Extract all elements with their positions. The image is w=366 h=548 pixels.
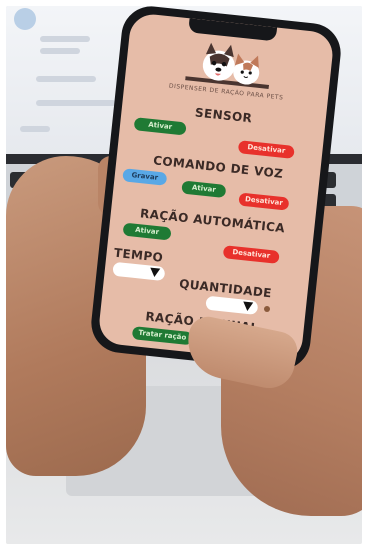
blurred-text <box>36 100 116 106</box>
dog-and-cat-logo-icon <box>185 42 270 89</box>
sensor-activate-button[interactable]: Ativar <box>133 117 187 136</box>
voice-record-button[interactable]: Gravar <box>122 168 168 186</box>
auto-feed-activate-button[interactable]: Ativar <box>122 222 172 241</box>
manual-feed-dispense-button[interactable]: Tratar ração <box>131 326 193 346</box>
voice-deactivate-button[interactable]: Desativar <box>238 192 290 211</box>
blurred-text <box>40 36 90 42</box>
sensor-deactivate-button[interactable]: Desativar <box>237 140 295 159</box>
triangle-down-icon <box>149 267 161 278</box>
quantity-select[interactable] <box>205 295 259 315</box>
blurred-text <box>36 76 96 82</box>
blurred-app-icon <box>14 8 36 30</box>
triangle-down-icon <box>242 301 254 312</box>
photo: DISPENSER DE RAÇÃO PARA PETS SENSOR Ativ… <box>6 6 362 544</box>
phone-screen: DISPENSER DE RAÇÃO PARA PETS SENSOR Ativ… <box>97 12 335 364</box>
blurred-text <box>20 126 50 132</box>
blurred-text <box>40 48 80 54</box>
ring-icon <box>264 306 270 312</box>
time-select[interactable] <box>112 261 166 282</box>
voice-activate-button[interactable]: Ativar <box>181 180 227 198</box>
